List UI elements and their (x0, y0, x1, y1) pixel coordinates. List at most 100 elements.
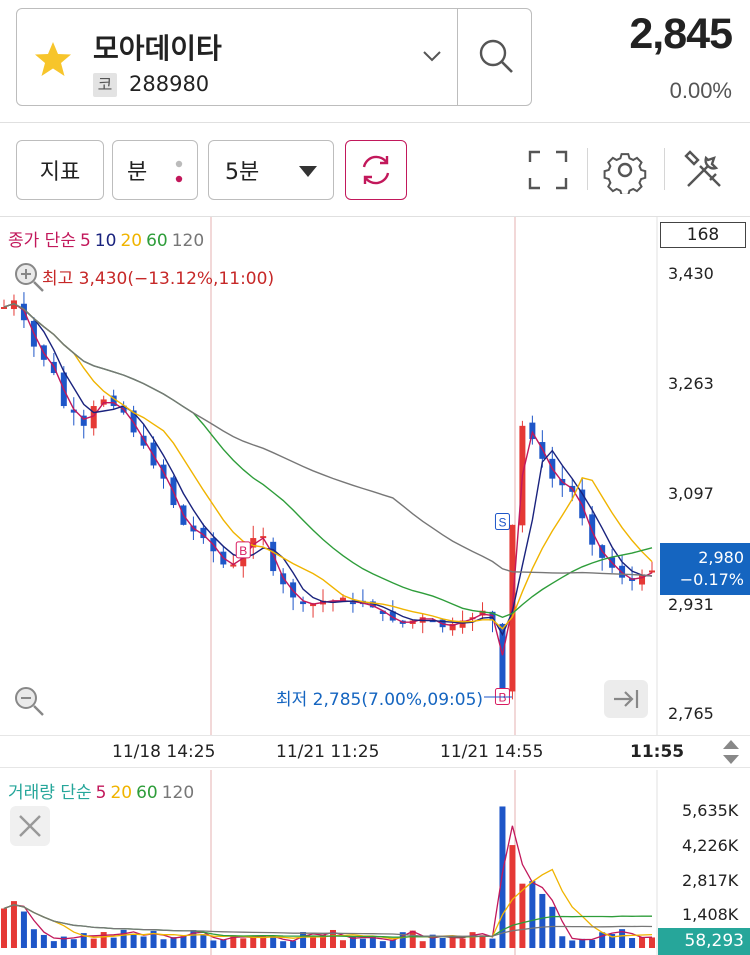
legend-ma-10: 10 (94, 231, 117, 251)
legend-ma-60: 60 (146, 231, 168, 251)
legend-ma-120: 120 (171, 231, 205, 251)
volume-bar (419, 941, 426, 948)
price-change-pct: 0.00% (669, 78, 732, 103)
signal-marker-s: S (494, 513, 510, 531)
y-tick: 2,931 (668, 595, 714, 614)
fullscreen-icon[interactable] (524, 146, 572, 194)
volume-y-tick: 1,408K (682, 905, 739, 924)
refresh-icon (362, 155, 390, 185)
volume-bar (300, 932, 307, 948)
volume-bar (599, 932, 606, 948)
volume-y-tick: 4,226K (682, 836, 739, 855)
candle-body (270, 541, 277, 572)
volume-legend: 거래량 단순 5 20 60 120 (8, 778, 198, 803)
candle-body (140, 435, 147, 446)
signal-marker-b: B (235, 541, 251, 559)
refresh-button[interactable] (345, 140, 407, 200)
volume-bar (439, 937, 446, 948)
current-price-change: −0.17% (679, 570, 744, 589)
volume-bar (499, 806, 506, 948)
volume-bar (459, 938, 466, 948)
price-chart[interactable]: B S B (0, 217, 750, 735)
volume-bar (559, 936, 566, 948)
volume-bar (409, 930, 416, 948)
volume-bar (240, 938, 247, 948)
volume-bar (160, 939, 167, 948)
volume-legend-prefix: 거래량 단순 (8, 783, 92, 803)
search-icon[interactable] (473, 33, 521, 81)
price-legend: 종가 단순 5 10 20 60 120 (8, 226, 208, 251)
volume-y-tick: 2,817K (682, 871, 739, 890)
volume-bar (629, 938, 636, 948)
volume-bar (120, 929, 127, 948)
close-volume-button[interactable] (10, 806, 50, 846)
volume-bar (20, 911, 27, 948)
candle-body (150, 442, 157, 466)
volume-bar (449, 937, 456, 948)
high-price-label: 최고 3,430(−13.12%,11:00) (42, 269, 275, 289)
volume-bar (10, 901, 17, 948)
volume-bar (90, 938, 97, 948)
volume-bar (280, 941, 287, 948)
y-tick: 2,765 (668, 704, 714, 723)
candle-body (649, 570, 655, 573)
x-tick-current: 11:55 (630, 742, 685, 762)
period-count[interactable]: 168 (660, 222, 746, 248)
x-tick: 11/21 14:55 (440, 742, 544, 762)
gear-icon[interactable] (601, 146, 649, 194)
y-tick: 3,263 (668, 374, 714, 393)
volume-bar (40, 934, 47, 948)
volume-bar (649, 937, 655, 948)
stock-name: 모아데이타 (93, 32, 222, 65)
volume-legend-ma-5: 5 (95, 783, 107, 803)
legend-ma-20: 20 (120, 231, 143, 251)
divider (457, 9, 458, 105)
volume-legend-ma-120: 120 (161, 783, 195, 803)
current-volume-tag: 58,293 (658, 928, 750, 955)
volume-bar (220, 939, 227, 948)
dropdown-arrow-icon (299, 166, 317, 177)
zoom-out-icon[interactable] (12, 684, 46, 718)
x-tick: 11/21 11:25 (276, 742, 380, 762)
y-tick: 3,097 (668, 484, 714, 503)
low-price-label: 최저 2,785(7.00%,09:05) (276, 690, 484, 710)
tools-icon[interactable] (680, 146, 728, 194)
more-dots-icon (175, 160, 183, 183)
svg-text:S: S (498, 516, 506, 530)
market-badge: 코 (93, 73, 117, 97)
scroll-arrows-icon[interactable] (716, 737, 746, 767)
x-tick: 11/18 14:25 (112, 742, 216, 762)
close-icon (19, 815, 41, 837)
zoom-in-icon[interactable] (12, 260, 46, 294)
volume-bar (250, 936, 257, 948)
volume-bar (379, 941, 386, 948)
volume-bar (70, 939, 77, 948)
volume-bar (30, 929, 37, 948)
volume-bar (639, 937, 646, 948)
volume-bar (50, 941, 57, 948)
volume-bar (539, 893, 546, 948)
stock-code: 288980 (129, 72, 210, 96)
stock-selector[interactable]: 모아데이타 코 288980 (16, 8, 532, 106)
interval-dropdown[interactable]: 5분 (208, 140, 334, 200)
current-price-tag: 2,980 −0.17% (660, 543, 750, 595)
y-tick: 3,430 (668, 264, 714, 283)
indicator-button[interactable]: 지표 (16, 140, 104, 200)
volume-bar (529, 881, 536, 948)
volume-bar (479, 935, 486, 948)
unit-select[interactable]: 분 (112, 140, 198, 200)
candle-body (1, 307, 7, 310)
chevron-down-icon[interactable] (421, 45, 443, 67)
signal-marker-b: B (494, 687, 510, 705)
svg-text:B: B (239, 544, 247, 558)
jump-to-latest-button[interactable] (604, 680, 648, 718)
interval-label: 5분 (225, 160, 260, 185)
volume-bar (1, 908, 7, 948)
divider (587, 148, 588, 190)
volume-bar (489, 938, 496, 948)
volume-bar (140, 936, 147, 948)
volume-bar (270, 937, 277, 948)
divider (664, 148, 665, 190)
unit-label: 분 (127, 160, 148, 185)
star-icon[interactable] (33, 39, 73, 79)
